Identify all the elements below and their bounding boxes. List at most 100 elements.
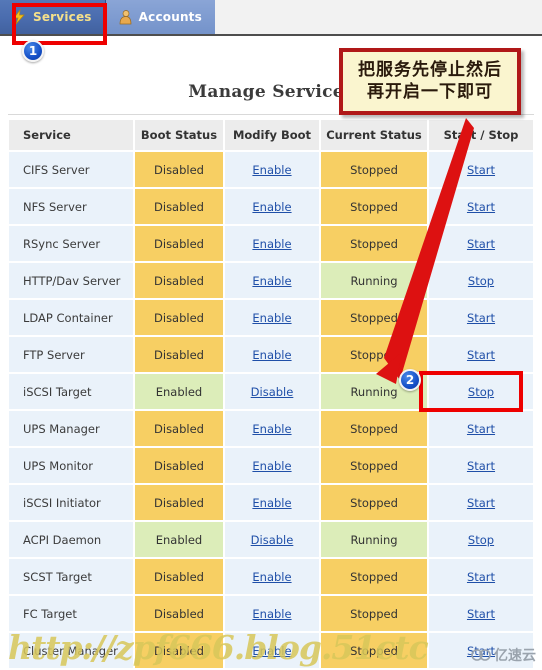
table-row: UPS Manager Disabled Enable Stopped Start [9, 410, 533, 448]
modify-boot-cell[interactable]: Disable [224, 521, 321, 559]
modify-boot-cell-link[interactable]: Enable [252, 163, 291, 177]
start-stop-cell-link[interactable]: Stop [468, 385, 494, 399]
table-row: Cluster Manager Disabled Enable Stopped Star… [9, 632, 533, 670]
lightning-bolt-icon [11, 8, 27, 25]
modify-boot-cell[interactable]: Enable [224, 632, 321, 670]
start-stop-cell-link[interactable]: Start [467, 607, 495, 621]
callout-line-2: 再开启一下即可 [367, 81, 493, 102]
modify-boot-cell[interactable]: Enable [224, 595, 321, 633]
current-status-cell: Stopped [320, 225, 429, 263]
service-name-cell: RSync Server [9, 225, 135, 263]
current-status-cell: Running [320, 521, 429, 559]
current-status-cell: Stopped [320, 558, 429, 596]
current-status-cell: Stopped [320, 447, 429, 485]
tab-accounts[interactable]: Accounts [105, 0, 215, 34]
modify-boot-cell[interactable]: Enable [224, 151, 321, 189]
modify-boot-cell[interactable]: Enable [224, 410, 321, 448]
start-stop-cell-link[interactable]: Stop [468, 533, 494, 547]
modify-boot-cell[interactable]: Enable [224, 336, 321, 374]
table-row: LDAP Container Disabled Enable Stopped Start [9, 299, 533, 337]
start-stop-cell-link[interactable]: Start [467, 200, 495, 214]
start-stop-cell[interactable]: Start [428, 484, 533, 522]
modify-boot-cell-link[interactable]: Enable [252, 348, 291, 362]
modify-boot-cell[interactable]: Disable [224, 373, 321, 411]
modify-boot-cell-link[interactable]: Enable [252, 607, 291, 621]
modify-boot-cell[interactable]: Enable [224, 299, 321, 337]
service-name-cell: iSCSI Initiator [9, 484, 135, 522]
modify-boot-cell-link[interactable]: Disable [251, 533, 294, 547]
start-stop-cell-link[interactable]: Start [467, 570, 495, 584]
start-stop-cell[interactable]: Start [428, 299, 533, 337]
start-stop-cell-link[interactable]: Start [467, 644, 495, 658]
service-name-cell: ACPI Daemon [9, 521, 135, 559]
boot-status-cell: Enabled [134, 373, 225, 411]
boot-status-cell: Disabled [134, 595, 225, 633]
modify-boot-cell-link[interactable]: Enable [252, 570, 291, 584]
modify-boot-cell[interactable]: Enable [224, 188, 321, 226]
table-row: UPS Monitor Disabled Enable Stopped Start [9, 447, 533, 485]
current-status-cell: Stopped [320, 595, 429, 633]
boot-status-cell: Disabled [134, 447, 225, 485]
boot-status-cell: Disabled [134, 225, 225, 263]
start-stop-cell[interactable]: Start [428, 151, 533, 189]
start-stop-cell-link[interactable]: Start [467, 311, 495, 325]
current-status-cell: Stopped [320, 188, 429, 226]
start-stop-cell[interactable]: Start [428, 336, 533, 374]
modify-boot-cell-link[interactable]: Enable [252, 496, 291, 510]
service-name-cell: CIFS Server [9, 151, 135, 189]
boot-status-cell: Disabled [134, 299, 225, 337]
start-stop-cell-link[interactable]: Start [467, 163, 495, 177]
start-stop-cell-link[interactable]: Start [467, 237, 495, 251]
current-status-cell: Stopped [320, 632, 429, 670]
start-stop-cell[interactable]: Start [428, 188, 533, 226]
service-name-cell: NFS Server [9, 188, 135, 226]
modify-boot-cell-link[interactable]: Enable [252, 644, 291, 658]
table-row: RSync Server Disabled Enable Stopped Start [9, 225, 533, 263]
column-header-boot-status: Boot Status [134, 120, 225, 152]
modify-boot-cell-link[interactable]: Enable [252, 274, 291, 288]
modify-boot-cell[interactable]: Enable [224, 225, 321, 263]
boot-status-cell: Disabled [134, 151, 225, 189]
start-stop-cell-link[interactable]: Start [467, 348, 495, 362]
modify-boot-cell-link[interactable]: Enable [252, 459, 291, 473]
start-stop-cell[interactable]: Start [428, 225, 533, 263]
tab-services[interactable]: Services [0, 0, 106, 34]
boot-status-cell: Disabled [134, 336, 225, 374]
modify-boot-cell[interactable]: Enable [224, 558, 321, 596]
modify-boot-cell-link[interactable]: Enable [252, 237, 291, 251]
current-status-cell: Stopped [320, 336, 429, 374]
modify-boot-cell-link[interactable]: Enable [252, 311, 291, 325]
start-stop-cell-link[interactable]: Start [467, 459, 495, 473]
modify-boot-cell-link[interactable]: Enable [252, 422, 291, 436]
table-header-row: Service Boot Status Modify Boot Current Sta… [9, 120, 533, 152]
start-stop-cell[interactable]: Start [428, 447, 533, 485]
start-stop-cell-link[interactable]: Start [467, 496, 495, 510]
start-stop-cell-link[interactable]: Start [467, 422, 495, 436]
start-stop-cell[interactable]: Start [428, 632, 533, 670]
start-stop-cell[interactable]: Stop [428, 262, 533, 300]
start-stop-cell[interactable]: Start [428, 595, 533, 633]
modify-boot-cell[interactable]: Enable [224, 484, 321, 522]
boot-status-cell: Disabled [134, 484, 225, 522]
modify-boot-cell-link[interactable]: Enable [252, 200, 291, 214]
service-name-cell: SCST Target [9, 558, 135, 596]
start-stop-cell[interactable]: Start [428, 410, 533, 448]
modify-boot-cell[interactable]: Enable [224, 262, 321, 300]
tab-label: Services [33, 10, 92, 24]
modify-boot-cell-link[interactable]: Disable [251, 385, 294, 399]
boot-status-cell: Enabled [134, 521, 225, 559]
boot-status-cell: Disabled [134, 262, 225, 300]
boot-status-cell: Disabled [134, 632, 225, 670]
start-stop-cell[interactable]: Stop [428, 521, 533, 559]
service-name-cell: Cluster Manager [9, 632, 135, 670]
current-status-cell: Stopped [320, 410, 429, 448]
boot-status-cell: Disabled [134, 558, 225, 596]
start-stop-cell[interactable]: Stop [428, 373, 533, 411]
table-row: ACPI Daemon Enabled Disable Running Stop [9, 521, 533, 559]
service-name-cell: FC Target [9, 595, 135, 633]
start-stop-cell-link[interactable]: Stop [468, 274, 494, 288]
start-stop-cell[interactable]: Start [428, 558, 533, 596]
modify-boot-cell[interactable]: Enable [224, 447, 321, 485]
step-badge-2: 2 [399, 369, 421, 391]
service-name-cell: iSCSI Target [9, 373, 135, 411]
